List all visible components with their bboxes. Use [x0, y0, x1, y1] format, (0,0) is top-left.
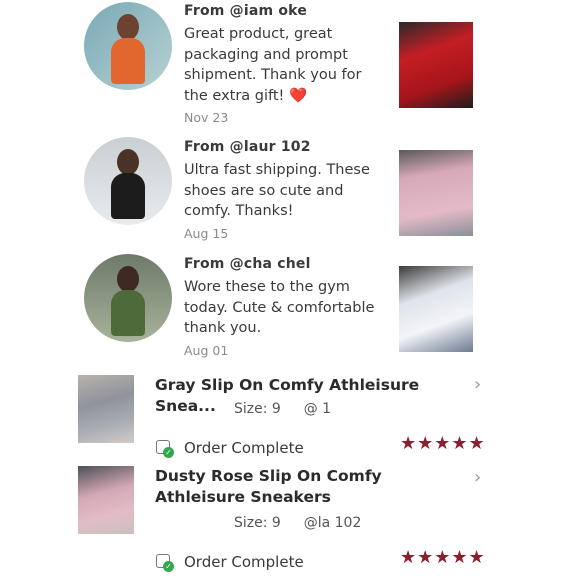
order-meta: Size: 9 @ 1 [234, 401, 331, 417]
avatar[interactable] [84, 2, 172, 90]
order-meta: Size: 9 @la 102 [234, 515, 361, 531]
package-check-icon: ✓ [156, 439, 174, 458]
chevron-right-icon[interactable]: › [474, 467, 481, 488]
reviews-screen: From @iam oke Great product, great packa… [62, 0, 504, 580]
product-thumbnail[interactable] [78, 466, 134, 534]
review-body: Wore these to the gym today. Cute & comf… [184, 279, 375, 336]
product-thumbnail[interactable] [78, 375, 134, 443]
status-label: Order Complete [184, 439, 304, 457]
star-rating: ★★★★★ [400, 433, 486, 454]
product-title[interactable]: Dusty Rose Slip On Comfy Athleisure Snea… [155, 466, 465, 508]
chevron-right-icon[interactable]: › [474, 374, 481, 395]
review-author: From @laur 102 [184, 139, 311, 155]
status-label: Order Complete [184, 553, 304, 571]
review-date: Aug 15 [184, 225, 229, 241]
order-status: ✓ Order Complete [156, 439, 304, 458]
order-user: @ 1 [303, 401, 332, 417]
review-date: Aug 01 [184, 342, 229, 358]
package-check-icon: ✓ [156, 553, 174, 572]
size-label: Size: 9 [234, 401, 281, 417]
review-author: From @iam oke [184, 3, 308, 19]
review-body: Ultra fast shipping. These shoes are so … [184, 162, 370, 219]
size-label: Size: 9 [234, 515, 281, 531]
review-photo[interactable] [399, 266, 473, 352]
order-user: @la 102 [303, 515, 362, 531]
review-photo[interactable] [399, 150, 473, 236]
review-body: Great product, great packaging and promp… [184, 26, 362, 104]
review-author: From @cha chel [184, 256, 311, 272]
order-status: ✓ Order Complete [156, 553, 304, 572]
avatar[interactable] [84, 137, 172, 225]
star-rating: ★★★★★ [400, 547, 486, 568]
heart-icon: ❤️ [288, 87, 308, 104]
avatar[interactable] [84, 254, 172, 342]
review-photo[interactable] [399, 22, 473, 108]
review-date: Nov 23 [184, 110, 229, 125]
